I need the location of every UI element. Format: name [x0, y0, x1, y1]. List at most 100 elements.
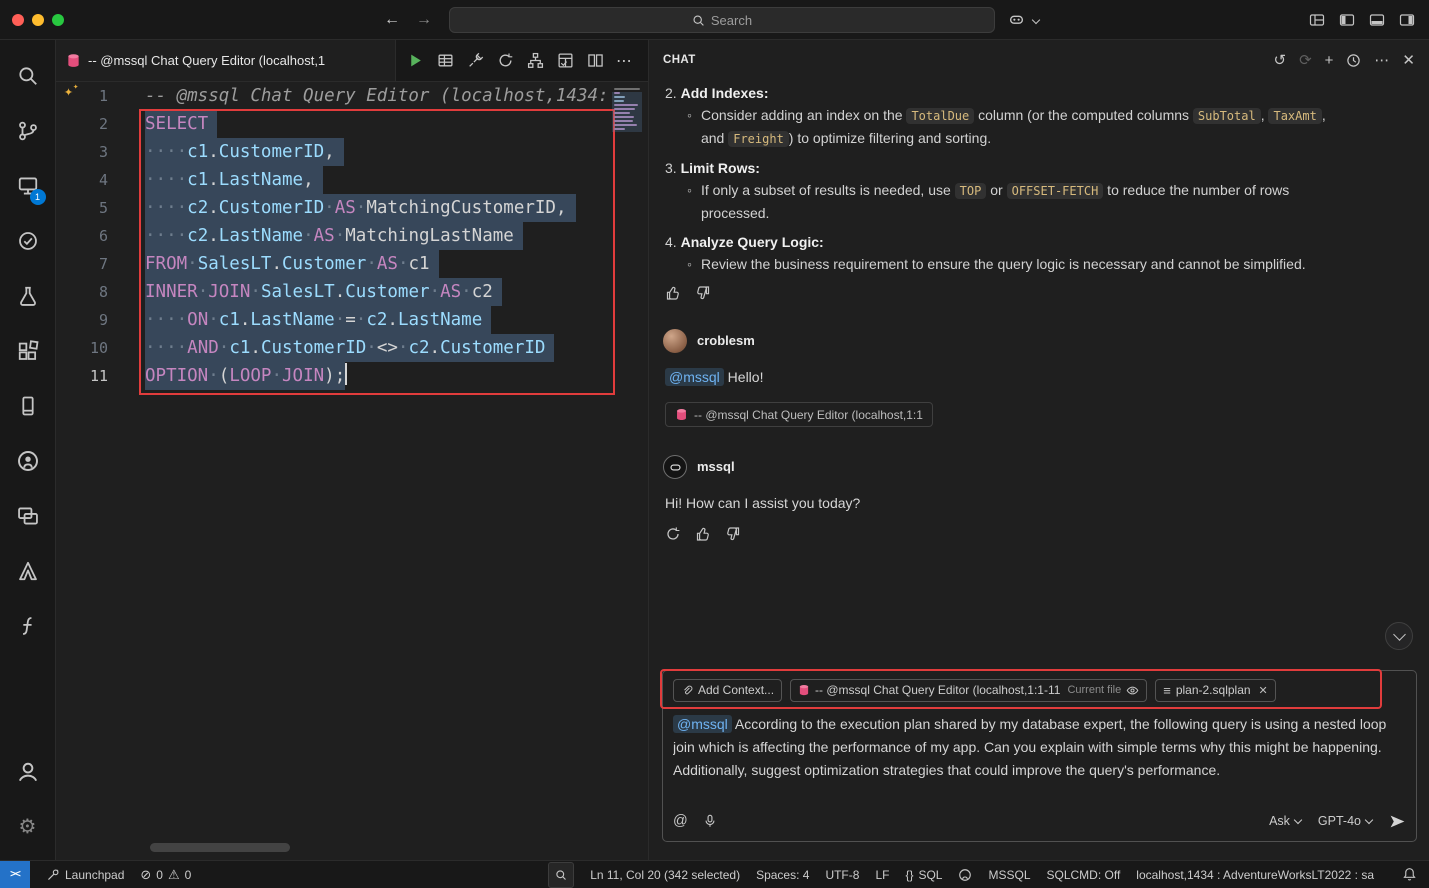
database-projects-view-button[interactable]: [4, 598, 52, 653]
customize-layout-icon[interactable]: [1309, 12, 1325, 28]
thumbs-down-icon[interactable]: [695, 285, 711, 301]
context-plan-chip[interactable]: ≡ plan-2.sqlplan ✕: [1155, 679, 1276, 702]
change-connection-icon[interactable]: [496, 52, 514, 69]
zoom-window-button[interactable]: [52, 14, 64, 26]
mssql-status-item[interactable]: MSSQL: [988, 868, 1030, 882]
code-line-11[interactable]: OPTION·(LOOP·JOIN);: [116, 362, 648, 390]
mention-picker-icon[interactable]: @: [673, 813, 688, 829]
estimated-plan-icon[interactable]: [556, 52, 574, 69]
bell-icon: [1402, 867, 1417, 882]
editor-tab[interactable]: -- @mssql Chat Query Editor (localhost,1: [56, 40, 396, 81]
toggle-panel-icon[interactable]: [1369, 12, 1385, 28]
message-attachment-pill[interactable]: -- @mssql Chat Query Editor (localhost,1…: [665, 402, 933, 427]
history-icon[interactable]: [1346, 53, 1361, 68]
github-status-item[interactable]: [958, 868, 972, 882]
close-window-button[interactable]: [12, 14, 24, 26]
navigate-forward-icon[interactable]: →: [416, 11, 432, 29]
vscode-window: ← → Search: [0, 0, 1429, 888]
minimize-window-button[interactable]: [32, 14, 44, 26]
chat-input-text[interactable]: @mssql According to the execution plan s…: [673, 713, 1406, 805]
code-line-1[interactable]: -- @mssql Chat Query Editor (localhost,1…: [116, 82, 648, 110]
line-number: 2: [56, 110, 116, 138]
copilot-menu-button[interactable]: [1008, 11, 1039, 28]
command-center-search[interactable]: Search: [449, 7, 995, 33]
minimap[interactable]: [614, 88, 640, 132]
scroll-to-bottom-button[interactable]: [1385, 622, 1413, 650]
source-control-view-button[interactable]: [4, 103, 52, 158]
language-status-item[interactable]: {} SQL: [905, 868, 942, 882]
chevron-down-icon: [1032, 15, 1040, 23]
chat-input-container[interactable]: Add Context... -- @mssql Chat Query Edit…: [662, 670, 1417, 842]
bullet-icon: ◦: [687, 179, 692, 224]
toggle-primary-sidebar-icon[interactable]: [1339, 12, 1355, 28]
code-line-4[interactable]: ····c1.LastName,: [116, 166, 648, 194]
chat-messages[interactable]: 2. Add Indexes:◦Consider adding an index…: [649, 80, 1429, 670]
split-editor-icon[interactable]: [586, 52, 604, 69]
encoding-status-item[interactable]: UTF-8: [825, 868, 859, 882]
mssql-mention[interactable]: @mssql: [673, 715, 732, 733]
remote-explorer-view-button[interactable]: [4, 488, 52, 543]
toggle-secondary-sidebar-icon[interactable]: [1399, 12, 1415, 28]
code-line-9[interactable]: ····ON·c1.LastName·=·c2.LastName: [116, 306, 648, 334]
undo-icon[interactable]: ↺: [1274, 51, 1287, 69]
eol-status-item[interactable]: LF: [875, 868, 889, 882]
line-number: 9: [56, 306, 116, 334]
results-grid-icon[interactable]: [436, 52, 454, 69]
inline-code-chip: OFFSET-FETCH: [1007, 183, 1104, 199]
warning-icon: ⚠: [168, 867, 180, 883]
rerun-icon[interactable]: [665, 526, 681, 542]
add-context-button[interactable]: Add Context...: [673, 679, 782, 702]
code-line-7[interactable]: FROM·SalesLT.Customer·AS·c1: [116, 250, 648, 278]
github-view-button[interactable]: [4, 433, 52, 488]
redo-icon[interactable]: ⟳: [1299, 51, 1312, 69]
schema-designer-icon[interactable]: [526, 52, 544, 69]
mode-picker[interactable]: Ask: [1269, 814, 1301, 828]
navigate-back-icon[interactable]: ←: [384, 11, 400, 29]
zoom-indicator[interactable]: [548, 862, 574, 888]
thumbs-up-icon[interactable]: [665, 285, 681, 301]
remove-attachment-icon[interactable]: ✕: [1259, 684, 1268, 697]
more-actions-icon[interactable]: ⋯: [616, 51, 633, 71]
microphone-icon[interactable]: [703, 814, 717, 828]
notebook-view-button[interactable]: [4, 378, 52, 433]
indentation-status-item[interactable]: Spaces: 4: [756, 868, 809, 882]
problems-status-item[interactable]: ⊘ 0 ⚠ 0: [140, 867, 191, 883]
search-view-button[interactable]: [4, 48, 52, 103]
inline-code-chip: Freight: [728, 131, 789, 147]
thumbs-down-icon[interactable]: [725, 526, 741, 542]
code-editor[interactable]: ✦✦ 1234567891011 -- @mssql Chat Query Ed…: [56, 82, 648, 860]
editor-code[interactable]: -- @mssql Chat Query Editor (localhost,1…: [116, 82, 648, 390]
horizontal-scrollbar[interactable]: [150, 843, 290, 852]
notifications-bell-button[interactable]: [1402, 867, 1417, 882]
settings-button[interactable]: ⚙: [4, 799, 52, 854]
eye-icon[interactable]: [1126, 684, 1139, 697]
code-line-5[interactable]: ····c2.CustomerID·AS·MatchingCustomerID,: [116, 194, 648, 222]
model-picker[interactable]: GPT-4o: [1318, 814, 1372, 828]
connection-status-item[interactable]: localhost,1434 : AdventureWorksLT2022 : …: [1136, 868, 1374, 882]
connect-icon[interactable]: [466, 52, 484, 69]
testing-view-button[interactable]: [4, 268, 52, 323]
extensions-view-button[interactable]: [4, 323, 52, 378]
remote-server-view-button[interactable]: 1: [4, 158, 52, 213]
run-query-button[interactable]: [406, 52, 424, 69]
azure-view-button[interactable]: [4, 543, 52, 598]
remote-indicator[interactable]: ><: [0, 861, 30, 888]
code-line-3[interactable]: ····c1.CustomerID,: [116, 138, 648, 166]
code-line-8[interactable]: INNER·JOIN·SalesLT.Customer·AS·c2: [116, 278, 648, 306]
more-actions-icon[interactable]: ⋯: [1374, 51, 1389, 69]
new-chat-icon[interactable]: +: [1325, 52, 1334, 69]
mssql-mention[interactable]: @mssql: [665, 368, 724, 386]
code-line-10[interactable]: ····AND·c1.CustomerID·<>·c2.CustomerID: [116, 334, 648, 362]
send-icon[interactable]: [1389, 813, 1406, 830]
task-check-view-button[interactable]: [4, 213, 52, 268]
close-icon[interactable]: ✕: [1402, 51, 1415, 69]
code-line-2[interactable]: SELECT: [116, 110, 648, 138]
code-line-6[interactable]: ····c2.LastName·AS·MatchingLastName: [116, 222, 648, 250]
launchpad-status-item[interactable]: Launchpad: [46, 868, 124, 882]
search-icon: [692, 14, 705, 27]
sqlcmd-status-item[interactable]: SQLCMD: Off: [1047, 868, 1121, 882]
cursor-position-status-item[interactable]: Ln 11, Col 20 (342 selected): [590, 868, 740, 882]
accounts-button[interactable]: [4, 744, 52, 799]
context-file-chip[interactable]: -- @mssql Chat Query Editor (localhost,1…: [790, 679, 1147, 702]
thumbs-up-icon[interactable]: [695, 526, 711, 542]
